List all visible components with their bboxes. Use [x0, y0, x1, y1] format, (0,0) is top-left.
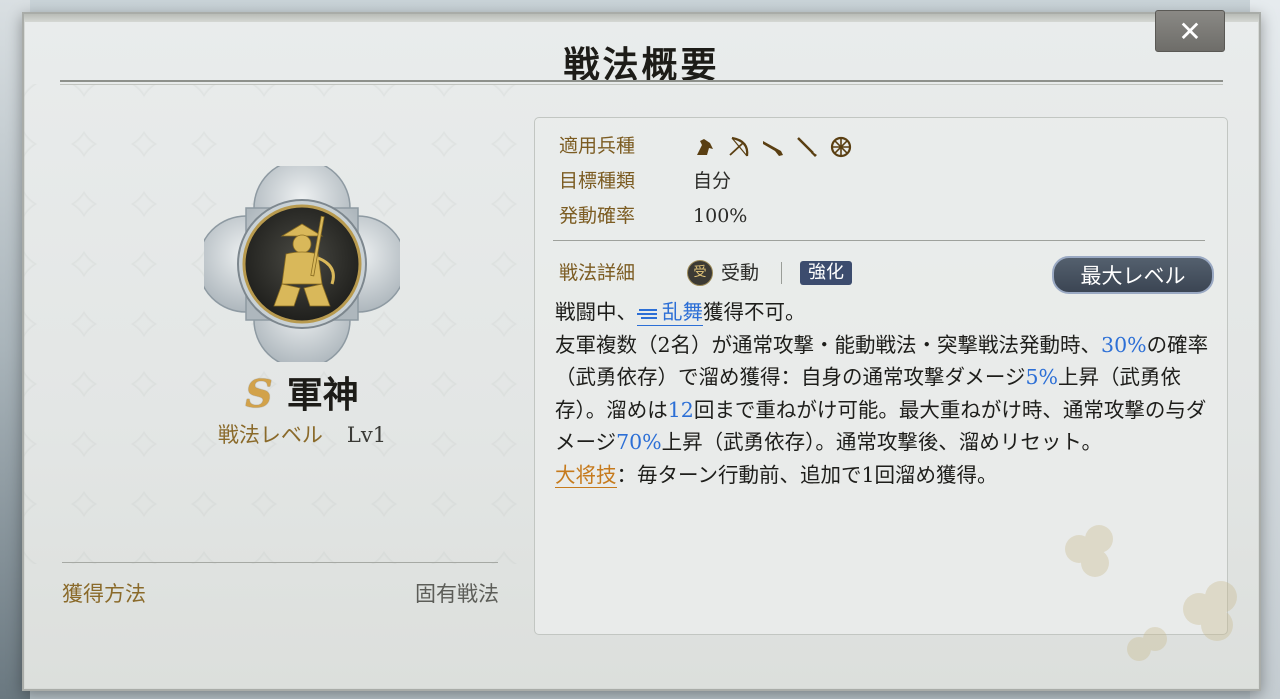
wheel-icon [830, 136, 852, 158]
skill-emblem [197, 159, 407, 369]
acquire-value: 固有戦法 [415, 582, 499, 606]
ranbu-text: 乱舞 [662, 300, 703, 324]
desc-text: 獲得不可。 [703, 300, 806, 324]
target-value: 自分 [693, 170, 732, 192]
desc-text: 上昇（武勇依存）。通常攻撃後、溜めリセット。 [661, 430, 1103, 454]
dialog-top-border [24, 14, 1259, 22]
desc-value: 12 [667, 397, 694, 422]
spear-icon [797, 137, 818, 157]
enhance-tag: 強化 [800, 261, 853, 285]
acquire-label: 獲得方法 [62, 582, 146, 606]
cavalry-icon [697, 139, 714, 155]
troop-label: 適用兵種 [559, 135, 636, 157]
detail-label: 戦法詳細 [559, 262, 636, 284]
desc-text: 友軍複数（2名）が通常攻撃・能動戦法・突撃戦法発動時、 [555, 332, 1102, 357]
skill-level-value: Lv1 [346, 423, 387, 447]
left-divider [62, 562, 498, 563]
panel-divider [553, 240, 1205, 241]
ranbu-icon [637, 308, 657, 319]
title-divider [60, 80, 1223, 85]
passive-text: 受動 [721, 262, 760, 284]
skill-level-label: 戦法レベル [217, 423, 323, 447]
desc-text: ：毎ターン行動前、追加で1回溜め獲得。 [616, 462, 998, 487]
skill-name-row: S 軍神 [184, 366, 420, 418]
close-button[interactable]: ✕ [1155, 10, 1225, 52]
target-row: 目標種類 自分 [559, 167, 731, 195]
target-label: 目標種類 [559, 170, 636, 192]
desc-value: 70% [616, 430, 662, 454]
bow-icon [729, 136, 749, 157]
desc-value: 5% [1025, 365, 1059, 389]
ranbu-link[interactable]: 乱舞 [637, 300, 703, 326]
detail-row: 戦法詳細 受 受動 強化 [559, 258, 853, 288]
general-skill-link[interactable]: 大将技 [555, 462, 617, 488]
troop-icons [693, 135, 853, 159]
skill-description: 戦闘中、 乱舞獲得不可。 友軍複数（2名）が通常攻撃・能動戦法・突撃戦法発動時、3… [555, 296, 1215, 491]
skill-name: 軍神 [286, 374, 359, 416]
detail-separator [781, 262, 783, 284]
passive-icon: 受 [687, 260, 713, 286]
desc-text: 戦闘中、 [555, 300, 637, 324]
decorative-flowers [1065, 525, 1237, 661]
rate-row: 発動確率 100% [559, 202, 747, 230]
rate-value: 100% [693, 205, 748, 227]
gun-icon [763, 141, 784, 156]
skill-level-row: 戦法レベル Lv1 [174, 419, 430, 449]
skill-grade: S [245, 371, 273, 416]
desc-value: 30% [1101, 332, 1147, 357]
skill-overview-dialog: 戦法概要 S 軍神 戦法レベル Lv1 獲得方法 固有戦法 適用兵種 目標種類 … [22, 12, 1261, 691]
rate-label: 発動確率 [559, 205, 636, 227]
skill-emblem-icon [197, 159, 407, 369]
troop-row: 適用兵種 [559, 132, 853, 160]
max-level-button[interactable]: 最大レベル [1052, 256, 1214, 294]
